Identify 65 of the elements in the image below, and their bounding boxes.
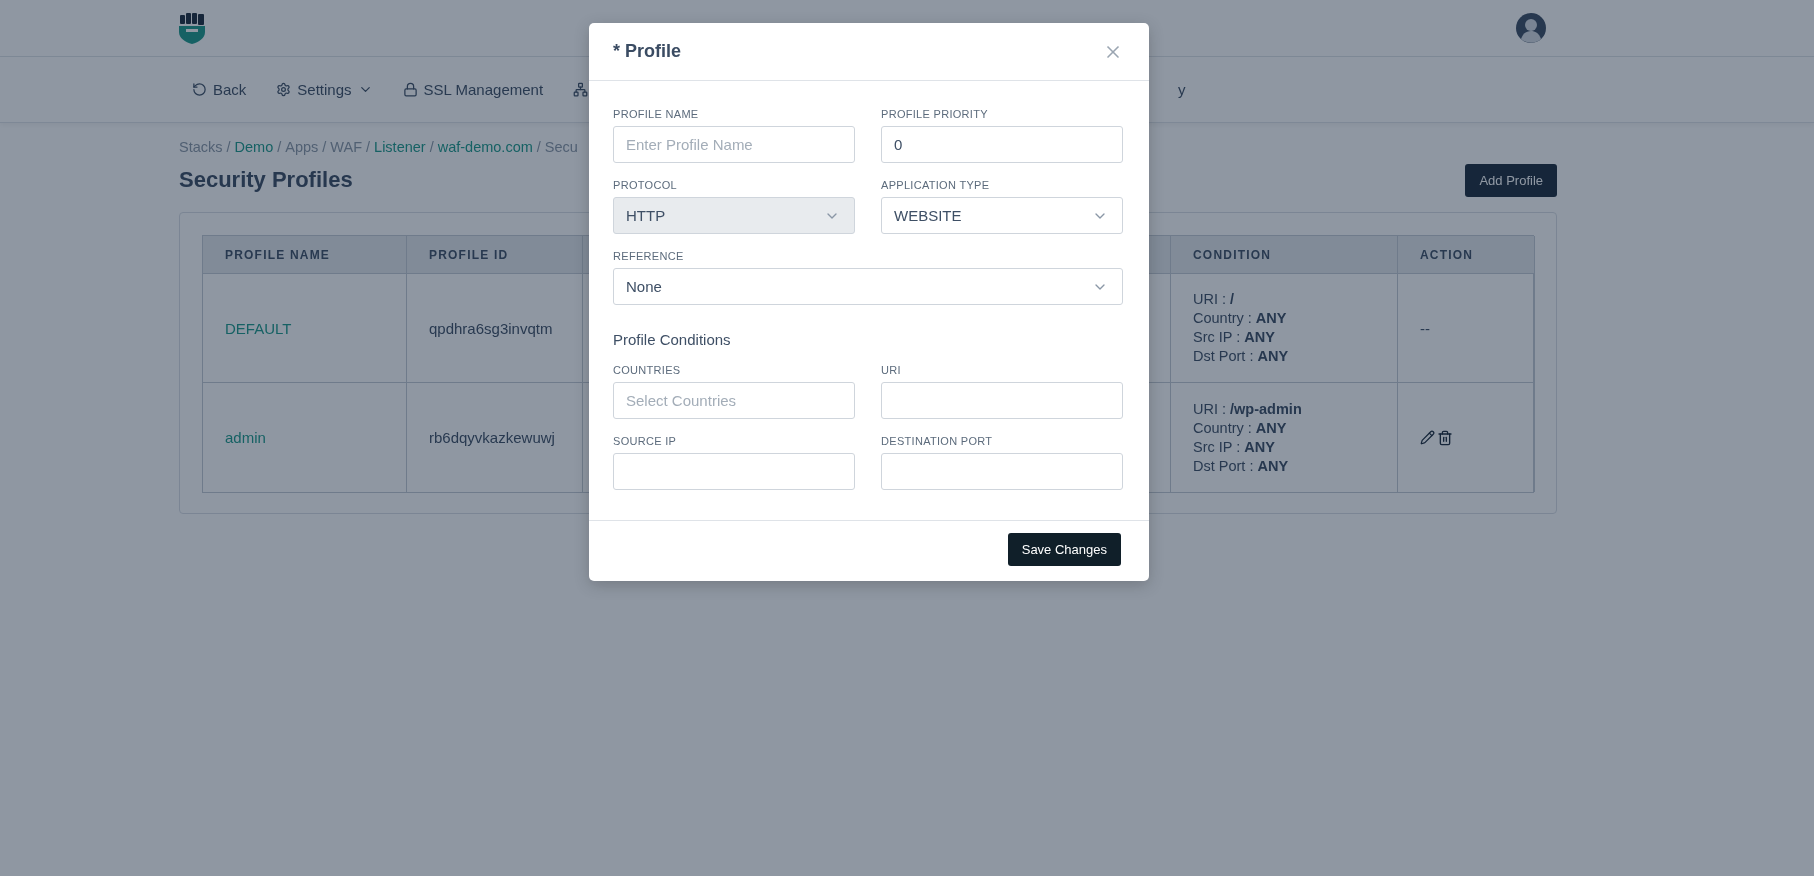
breadcrumb-link[interactable]: Listener bbox=[374, 139, 426, 155]
profile-link[interactable]: DEFAULT bbox=[225, 319, 406, 337]
breadcrumb-item: Apps bbox=[285, 139, 319, 155]
undo-icon bbox=[192, 82, 207, 97]
text-field[interactable] bbox=[881, 382, 1123, 419]
field-label: PROFILE PRIORITY bbox=[881, 108, 989, 120]
condition-text: Src IP : ANY bbox=[1193, 437, 1276, 457]
nav-item[interactable]: SSL Management bbox=[402, 81, 544, 98]
field-label: PROFILE NAME bbox=[613, 108, 700, 120]
dialog-title: * Profile bbox=[613, 41, 682, 62]
condition-text: Dst Port : ANY bbox=[1193, 456, 1290, 476]
breadcrumb-separator: / bbox=[429, 139, 434, 155]
avatar-icon[interactable] bbox=[1516, 13, 1546, 43]
nav-item[interactable]: y bbox=[1178, 81, 1186, 98]
column-header: PROFILE ID bbox=[407, 236, 583, 274]
condition-text: Country : ANY bbox=[1193, 309, 1288, 328]
logo bbox=[178, 12, 206, 44]
condition-text: Dst Port : ANY bbox=[1193, 347, 1290, 366]
table-cell-text: rb6dqyvkazkewuwj bbox=[429, 429, 556, 446]
breadcrumb-item: Stacks bbox=[179, 139, 223, 155]
field-label: COUNTRIES bbox=[613, 364, 682, 376]
condition-text: Src IP : ANY bbox=[1193, 328, 1276, 347]
field-label: REFERENCE bbox=[613, 250, 685, 262]
field-label: APPLICATION TYPE bbox=[881, 179, 991, 191]
breadcrumb-link[interactable]: waf-demo.com bbox=[437, 139, 533, 155]
text-field[interactable]: 0 bbox=[881, 126, 1123, 163]
save-changes-button[interactable]: Save Changes bbox=[1007, 533, 1121, 566]
profile-link[interactable]: admin bbox=[225, 429, 406, 446]
text-field[interactable] bbox=[613, 453, 855, 490]
lock-icon bbox=[402, 82, 418, 97]
text-field[interactable]: Select Countries bbox=[613, 382, 855, 419]
pencil-icon[interactable] bbox=[1420, 429, 1435, 445]
breadcrumb-separator: / bbox=[226, 139, 231, 155]
nav-item[interactable]: Settings bbox=[276, 81, 373, 98]
breadcrumb-item: Secu bbox=[544, 139, 578, 155]
column-header: CONDITION bbox=[1171, 236, 1398, 274]
settings-icon bbox=[276, 82, 292, 97]
select-field[interactable]: None bbox=[613, 268, 1123, 305]
table-cell-text: qpdhra6sg3invqtm bbox=[429, 319, 554, 337]
column-header: PROFILE NAME bbox=[203, 236, 407, 274]
column-header: ACTION bbox=[1398, 236, 1535, 274]
breadcrumb-separator: / bbox=[366, 139, 371, 155]
add-profile-button[interactable]: Add Profile bbox=[1465, 163, 1557, 197]
select-field[interactable]: WEBSITE bbox=[881, 197, 1123, 234]
breadcrumb-separator: / bbox=[277, 139, 282, 155]
network-icon bbox=[573, 82, 589, 97]
page-title: Security Profiles bbox=[179, 167, 353, 193]
trash-icon[interactable] bbox=[1437, 429, 1453, 446]
nav-item[interactable]: Back bbox=[192, 81, 247, 98]
nav-item[interactable] bbox=[573, 82, 589, 97]
field-label: URI bbox=[881, 364, 902, 376]
table-cell-text: -- bbox=[1420, 319, 1431, 337]
section-title: Profile Conditions bbox=[613, 331, 732, 348]
breadcrumb-item: WAF bbox=[330, 139, 363, 155]
breadcrumb-link[interactable]: Demo bbox=[234, 139, 274, 155]
breadcrumb-separator: / bbox=[536, 139, 541, 155]
text-field[interactable] bbox=[881, 453, 1123, 490]
text-field[interactable]: Enter Profile Name bbox=[613, 126, 855, 163]
condition-text: URI : /wp-admin bbox=[1193, 399, 1303, 419]
field-label: DESTINATION PORT bbox=[881, 435, 994, 447]
condition-text: Country : ANY bbox=[1193, 418, 1288, 438]
breadcrumb-separator: / bbox=[322, 139, 327, 155]
field-label: SOURCE IP bbox=[613, 435, 678, 447]
condition-text: URI : / bbox=[1193, 290, 1236, 309]
field-label: PROTOCOL bbox=[613, 179, 678, 191]
